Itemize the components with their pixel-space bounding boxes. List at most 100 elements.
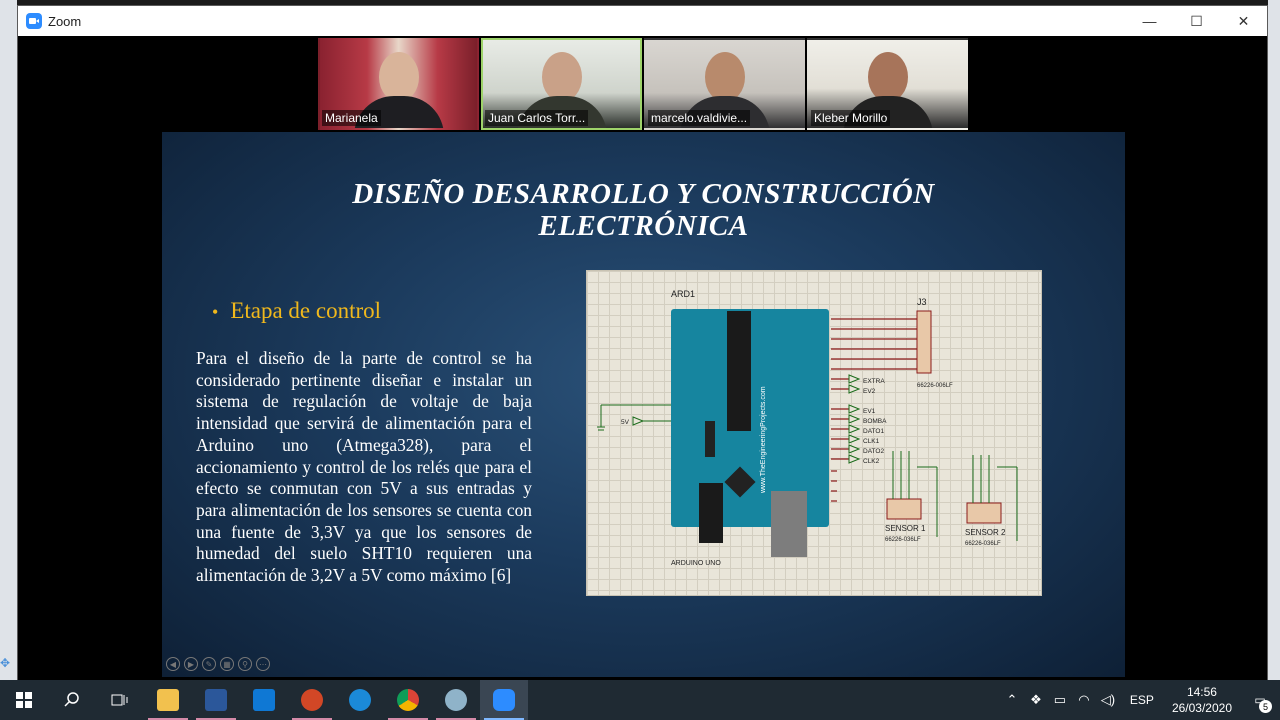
mail-icon xyxy=(253,689,275,711)
j3-part: 66226-006LF xyxy=(917,383,953,389)
shared-slide: DISEÑO DESARROLLO Y CONSTRUCCIÓN ELECTRÓ… xyxy=(162,132,1125,677)
start-button[interactable] xyxy=(0,680,48,720)
output-labels: EXTRA EV2 EV1 BOMBA DATO1 CLK1 DATO2 CLK… xyxy=(863,378,887,465)
participant-tile[interactable]: marcelo.valdivie... xyxy=(644,38,805,130)
participant-name: Kleber Morillo xyxy=(811,110,891,126)
usb-port xyxy=(771,491,807,557)
title-bar[interactable]: Zoom — ☐ ✕ xyxy=(18,6,1267,36)
word-icon xyxy=(205,689,227,711)
taskbar-mail[interactable] xyxy=(240,680,288,720)
maximize-button[interactable]: ☐ xyxy=(1173,6,1220,36)
participant-name: marcelo.valdivie... xyxy=(648,110,751,126)
screen: Zoom — ☐ ✕ Marianela Juan Carlos Torr...… xyxy=(0,0,1280,720)
regulator xyxy=(705,421,715,457)
slide-title-line-2: ELECTRÓNICA xyxy=(538,210,749,242)
windows-logo-icon xyxy=(16,692,32,708)
svg-text:BOMBA: BOMBA xyxy=(863,418,887,425)
previous-slide-icon[interactable]: ◀ xyxy=(166,657,180,671)
taskbar-zoom[interactable] xyxy=(480,680,528,720)
slide-navigation: ◀ ▶ ✎ ▦ ⚲ ⋯ xyxy=(166,657,270,671)
j3-connector xyxy=(916,310,932,374)
taskbar-app[interactable] xyxy=(432,680,480,720)
close-button[interactable]: ✕ xyxy=(1220,6,1267,36)
participant-tile-active-speaker[interactable]: Juan Carlos Torr... xyxy=(481,38,642,130)
taskbar-powerpoint[interactable] xyxy=(288,680,336,720)
svg-text:CLK2: CLK2 xyxy=(863,458,880,465)
website-label: www.TheEngineeringProjects.com xyxy=(760,386,767,494)
move-handle-icon[interactable]: ✥ xyxy=(0,656,10,670)
pen-icon[interactable]: ✎ xyxy=(202,657,216,671)
sensor1-label: SENSOR 1 xyxy=(885,524,926,533)
sensor2-connector xyxy=(966,502,1002,524)
next-slide-icon[interactable]: ▶ xyxy=(184,657,198,671)
bullet-icon: • xyxy=(212,302,219,323)
more-options-icon[interactable]: ⋯ xyxy=(256,657,270,671)
slide-bullet: • Etapa de control xyxy=(212,298,381,324)
sensor2-label: SENSOR 2 xyxy=(965,528,1006,537)
taskbar-word[interactable] xyxy=(192,680,240,720)
powerpoint-icon xyxy=(301,689,323,711)
slide-title: DISEÑO DESARROLLO Y CONSTRUCCIÓN ELECTRÓ… xyxy=(162,178,1125,242)
volume-icon[interactable]: ◁) xyxy=(1096,692,1120,708)
search-button[interactable] xyxy=(48,680,96,720)
chevron-up-icon[interactable]: ⌃ xyxy=(1000,692,1024,708)
battery-icon[interactable]: ▭ xyxy=(1048,692,1072,708)
desktop-background-left xyxy=(0,0,17,680)
participant-tile[interactable]: Kleber Morillo xyxy=(807,38,968,130)
5v-arrow xyxy=(632,416,645,426)
schematic-drawing: ARD1 www.TheEngineeringProjects.com ARDU… xyxy=(597,289,1018,567)
taskbar-edge[interactable] xyxy=(336,680,384,720)
participant-gallery: Marianela Juan Carlos Torr... marcelo.va… xyxy=(318,38,968,130)
bullet-text: Etapa de control xyxy=(230,298,382,323)
taskbar: ⌃ ❖ ▭ ◠ ◁) ESP 14:56 26/03/2020 ▭ 5 xyxy=(0,680,1280,720)
clock-time: 14:56 xyxy=(1186,685,1217,699)
5v-label: 5V xyxy=(621,419,630,426)
window-controls: — ☐ ✕ xyxy=(1126,6,1267,36)
atmega-chip xyxy=(727,311,751,431)
arduino-schematic: ARD1 www.TheEngineeringProjects.com ARDU… xyxy=(586,270,1042,596)
search-icon xyxy=(64,692,79,707)
svg-text:DATO2: DATO2 xyxy=(863,448,884,455)
participant-name: Marianela xyxy=(322,110,381,126)
zoom-app-icon xyxy=(26,13,42,29)
chrome-icon xyxy=(397,689,419,711)
app-icon xyxy=(445,689,467,711)
power-jack xyxy=(699,483,723,543)
ard-label: ARD1 xyxy=(671,289,695,299)
slide-body-text: Para el diseño de la parte de control se… xyxy=(196,348,532,586)
zoom-icon xyxy=(493,689,515,711)
action-center-button[interactable]: ▭ 5 xyxy=(1240,693,1280,713)
wifi-icon[interactable]: ◠ xyxy=(1072,692,1096,708)
meeting-content: Marianela Juan Carlos Torr... marcelo.va… xyxy=(18,36,1267,681)
sensor2-part: 66226-036LF xyxy=(965,541,1001,547)
minimize-button[interactable]: — xyxy=(1126,6,1173,36)
folder-icon xyxy=(157,689,179,711)
dropbox-icon[interactable]: ❖ xyxy=(1024,692,1048,708)
language-indicator[interactable]: ESP xyxy=(1130,693,1154,707)
notification-count: 5 xyxy=(1259,700,1272,713)
svg-text:DATO1: DATO1 xyxy=(863,428,884,435)
clock-date: 26/03/2020 xyxy=(1171,701,1232,715)
system-tray: ⌃ ❖ ▭ ◠ ◁) ESP 14:56 26/03/2020 ▭ 5 xyxy=(1000,680,1280,720)
sensor1-connector xyxy=(886,498,922,520)
sensor1-part: 66226-036LF xyxy=(885,537,921,543)
zoom-icon[interactable]: ⚲ xyxy=(238,657,252,671)
slides-icon[interactable]: ▦ xyxy=(220,657,234,671)
task-view-icon xyxy=(111,694,128,706)
taskbar-file-explorer[interactable] xyxy=(144,680,192,720)
taskbar-chrome[interactable] xyxy=(384,680,432,720)
participant-name: Juan Carlos Torr... xyxy=(485,110,589,126)
desktop-background-right xyxy=(1268,0,1280,680)
output-arrows xyxy=(848,374,861,464)
clock[interactable]: 14:56 26/03/2020 xyxy=(1172,684,1232,716)
svg-text:EV1: EV1 xyxy=(863,408,876,415)
svg-text:EV2: EV2 xyxy=(863,388,876,395)
slide-title-line-1: DISEÑO DESARROLLO Y CONSTRUCCIÓN xyxy=(352,178,935,210)
svg-text:EXTRA: EXTRA xyxy=(863,378,885,385)
task-view-button[interactable] xyxy=(96,680,144,720)
j3-label: J3 xyxy=(917,297,927,307)
zoom-window: Zoom — ☐ ✕ Marianela Juan Carlos Torr...… xyxy=(17,5,1268,681)
board-label: ARDUINO UNO xyxy=(671,560,721,567)
participant-tile[interactable]: Marianela xyxy=(318,38,479,130)
svg-text:CLK1: CLK1 xyxy=(863,438,880,445)
